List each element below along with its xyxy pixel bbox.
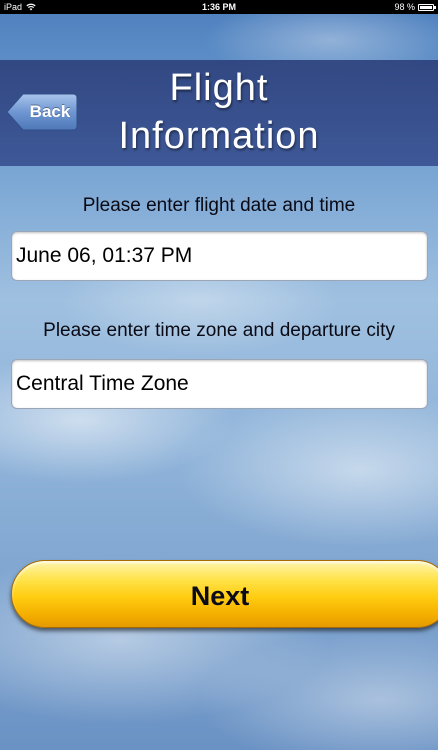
timezone-label: Please enter time zone and departure cit…	[43, 320, 395, 341]
flight-date-field[interactable]: June 06, 01:37 PM	[11, 231, 428, 281]
timezone-field[interactable]: Central Time Zone	[11, 359, 428, 409]
date-label: Please enter flight date and time	[82, 195, 356, 216]
battery-icon	[418, 3, 436, 11]
page-title: Flight Information	[118, 67, 320, 157]
back-button[interactable]: Back	[6, 92, 78, 132]
battery-fill	[420, 5, 432, 9]
status-bar: iPad 1:36 PM 98 %	[0, 0, 438, 14]
status-time: 1:36 PM	[201, 2, 236, 12]
next-label: Next	[190, 581, 250, 611]
back-label: Back	[29, 102, 71, 121]
battery-percent: 98 %	[394, 2, 415, 12]
next-button[interactable]: Next	[11, 560, 438, 628]
status-right: 98 %	[394, 0, 436, 14]
